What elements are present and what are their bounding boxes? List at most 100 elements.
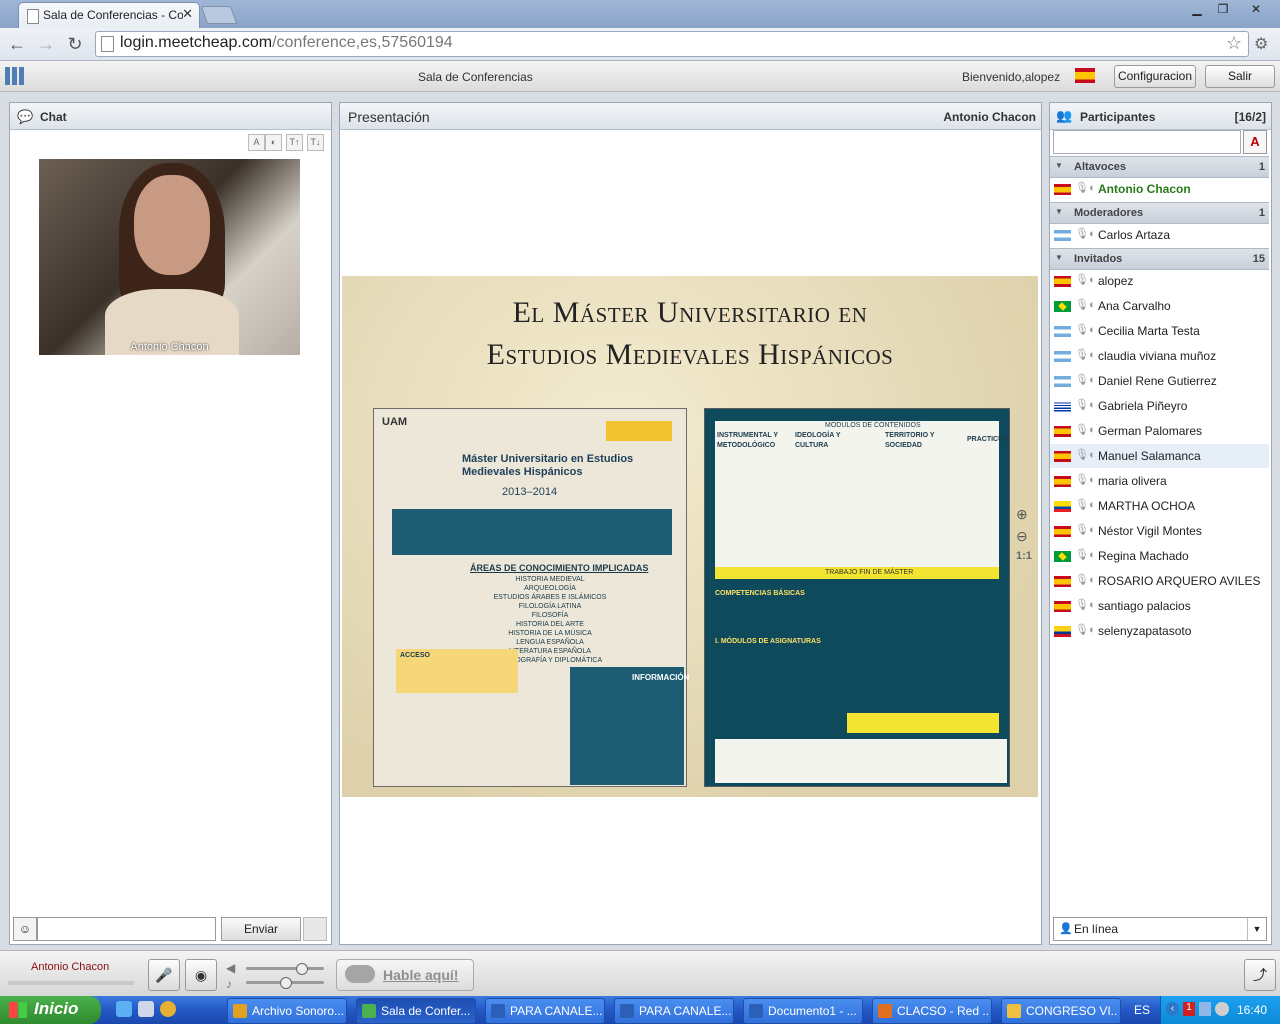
participant-row[interactable]: 🎙◐ Gabriela Piñeyro: [1050, 394, 1269, 418]
participant-row[interactable]: 🎙◐ Ana Carvalho: [1050, 294, 1269, 318]
tray-expand-icon[interactable]: ‹: [1166, 1002, 1179, 1016]
network-icon[interactable]: [1199, 1002, 1211, 1016]
mic-status-icon: 🎙◐: [1075, 374, 1096, 386]
task-label: Archivo Sonoro...: [252, 1004, 344, 1018]
area-item: ESTUDIOS ÁRABES E ISLÁMICOS: [493, 594, 607, 601]
notification-icon[interactable]: 1: [1183, 1002, 1195, 1016]
participant-row[interactable]: 🎙◐ santiago palacios: [1050, 594, 1269, 618]
participant-group-0[interactable]: ▼ Altavoces 1: [1050, 156, 1269, 178]
brochure-left-page: UAM Máster Universitario en Estudios Med…: [373, 408, 689, 787]
note-box: [847, 713, 999, 733]
collapse-arrow-icon[interactable]: ▼: [1055, 253, 1063, 262]
presence-status-select[interactable]: 👤 En línea ▼: [1053, 917, 1267, 941]
chrome-quicklaunch-icon[interactable]: [160, 1001, 176, 1017]
taskbar-task[interactable]: Archivo Sonoro...: [227, 998, 347, 1024]
taskbar-task[interactable]: PARA CANALE...: [614, 998, 734, 1024]
new-tab-button[interactable]: [200, 6, 238, 24]
browser-tab-active[interactable]: Sala de Conferencias - Confe ✕: [18, 2, 200, 29]
participant-row[interactable]: 🎙◐ maria olivera: [1050, 469, 1269, 493]
emoticon-icon[interactable]: ☺: [13, 917, 37, 941]
country-flag-icon: [1054, 601, 1071, 612]
app-icon: [362, 1004, 376, 1018]
chat-options-icon[interactable]: [303, 917, 327, 941]
wrench-menu-icon[interactable]: ⚙: [1254, 34, 1268, 54]
zoom-out-icon[interactable]: ⊖: [1016, 528, 1028, 545]
actual-size-button[interactable]: 1:1: [1016, 550, 1032, 562]
participant-row[interactable]: 🎙◐ Carlos Artaza: [1050, 223, 1269, 247]
taskbar-task[interactable]: Sala de Confer...: [356, 998, 476, 1024]
ie-quicklaunch-icon[interactable]: [116, 1001, 132, 1017]
forward-icon[interactable]: →: [34, 33, 58, 55]
taskbar-task[interactable]: PARA CANALE...: [485, 998, 605, 1024]
start-button[interactable]: Inicio: [0, 996, 101, 1024]
address-bar[interactable]: login.meetcheap.com/conference,es,575601…: [95, 31, 1249, 57]
chevron-down-icon[interactable]: ▼: [1247, 918, 1266, 940]
language-flag-icon[interactable]: [1075, 68, 1095, 83]
participant-name: Antonio Chacon: [1098, 182, 1191, 196]
speech-bubble-icon: [345, 965, 375, 983]
push-to-talk-button[interactable]: Hable aquí!: [336, 959, 474, 991]
participant-row[interactable]: 🎙◐ German Palomares: [1050, 419, 1269, 443]
participant-group-1[interactable]: ▼ Moderadores 1: [1050, 202, 1269, 224]
font-style-icon[interactable]: A: [248, 134, 265, 151]
font-decrease-icon[interactable]: T↓: [307, 134, 324, 151]
back-icon[interactable]: ←: [5, 33, 29, 55]
send-button[interactable]: Enviar: [221, 917, 301, 941]
mic-status-icon: 🎙◐: [1075, 474, 1096, 486]
color-icon[interactable]: ◐: [265, 134, 282, 151]
reload-icon[interactable]: ↻: [63, 33, 87, 55]
collapse-arrow-icon[interactable]: ▼: [1055, 161, 1063, 170]
participant-row[interactable]: 🎙◐ Daniel Rene Gutierrez: [1050, 369, 1269, 393]
participant-row[interactable]: 🎙◐ MARTHA OCHOA: [1050, 494, 1269, 518]
country-flag-icon: [1054, 476, 1071, 487]
close-tab-icon[interactable]: ✕: [182, 6, 193, 22]
mic-status-icon: 🎙◐: [1075, 624, 1096, 636]
participant-row[interactable]: 🎙◐ ROSARIO ARQUERO AVILES: [1050, 569, 1269, 593]
volume-slider-knob[interactable]: [296, 963, 308, 975]
webcam-icon[interactable]: ◉: [185, 959, 217, 991]
taskbar-task[interactable]: CONGRESO VI...: [1001, 998, 1121, 1024]
module-col1: INSTRUMENTAL Y METODOLÓGICO: [717, 432, 778, 449]
participant-search-input[interactable]: [1053, 130, 1241, 154]
area-item: HISTORIA MEDIEVAL: [515, 576, 585, 583]
desktop-quicklaunch-icon[interactable]: [138, 1001, 154, 1017]
slide-title-line1: El Máster Universitario en: [512, 296, 868, 329]
font-increase-icon[interactable]: T↑: [286, 134, 303, 151]
volume-tray-icon[interactable]: [1215, 1002, 1229, 1016]
bookmark-star-icon[interactable]: ☆: [1226, 33, 1242, 54]
participant-row[interactable]: 🎙◐ selenyzapatasoto: [1050, 619, 1269, 643]
participant-row[interactable]: 🎙◐ Regina Machado: [1050, 544, 1269, 568]
taskbar-task[interactable]: Documento1 - ...: [743, 998, 863, 1024]
participant-group-2[interactable]: ▼ Invitados 15: [1050, 248, 1269, 270]
video-caption: Antonio Chacon: [130, 341, 209, 353]
mic-status-icon: 🎙◐: [1075, 399, 1096, 411]
participant-name: Néstor Vigil Montes: [1098, 524, 1202, 538]
sort-alphabetical-button[interactable]: A: [1243, 130, 1267, 154]
share-icon[interactable]: ⤴: [1244, 959, 1276, 991]
collapse-arrow-icon[interactable]: ▼: [1055, 207, 1063, 216]
mic-slider-knob[interactable]: [280, 977, 292, 989]
restore-window-button[interactable]: ❐: [1210, 0, 1236, 18]
participant-row[interactable]: 🎙◐ Cecilia Marta Testa: [1050, 319, 1269, 343]
participant-row[interactable]: 🎙◐ Néstor Vigil Montes: [1050, 519, 1269, 543]
close-window-button[interactable]: ✕: [1236, 0, 1276, 18]
taskbar-task[interactable]: CLACSO - Red ...: [872, 998, 992, 1024]
participant-name: santiago palacios: [1098, 599, 1191, 613]
volume-slider[interactable]: [246, 967, 324, 970]
config-button[interactable]: Configuracion: [1114, 65, 1196, 88]
country-flag-icon: [1054, 276, 1071, 287]
participant-row[interactable]: 🎙◐ Manuel Salamanca: [1050, 444, 1269, 468]
participant-row[interactable]: 🎙◐ claudia viviana muñoz: [1050, 344, 1269, 368]
participant-name: Manuel Salamanca: [1098, 449, 1201, 463]
input-language[interactable]: ES: [1134, 1003, 1150, 1017]
zoom-in-icon[interactable]: ⊕: [1016, 506, 1028, 523]
participant-row[interactable]: 🎙◐ Antonio Chacon: [1050, 177, 1269, 201]
area-item: HISTORIA DE LA MÚSICA: [508, 630, 592, 637]
area-item: ARQUEOLOGÍA: [524, 585, 576, 592]
module-col3: TERRITORIO Y SOCIEDAD: [885, 432, 935, 449]
microphone-icon[interactable]: 🎤: [148, 959, 180, 991]
minimize-window-button[interactable]: ▁: [1184, 0, 1210, 18]
chat-input[interactable]: [37, 917, 216, 941]
participant-row[interactable]: 🎙◐ alopez: [1050, 269, 1269, 293]
exit-button[interactable]: Salir: [1205, 65, 1275, 88]
